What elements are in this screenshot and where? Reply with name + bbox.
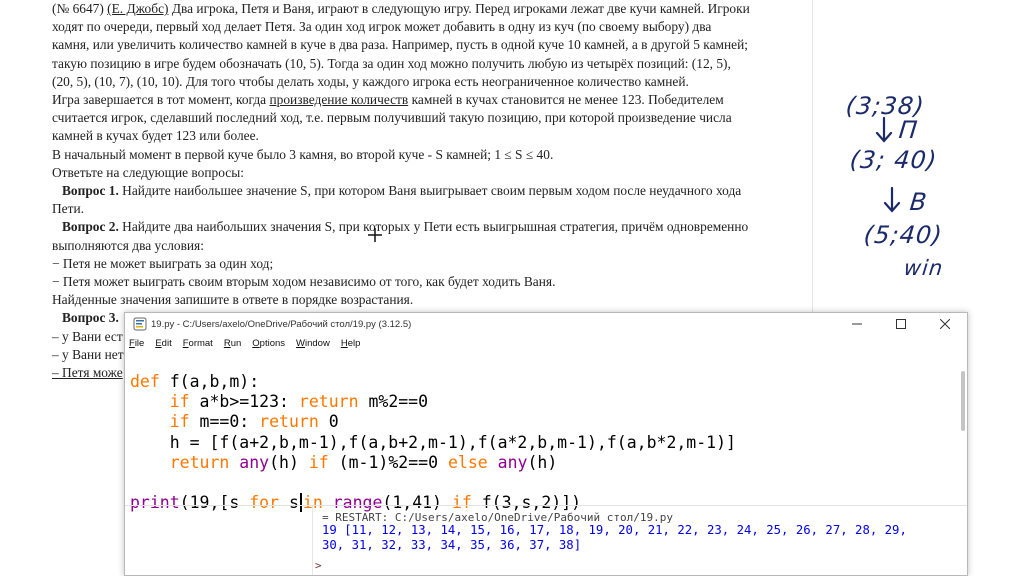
doc-line: камня, или увеличить количество камней в…	[52, 37, 748, 53]
menu-edit[interactable]: Edit	[155, 338, 171, 349]
shell-gutter	[312, 506, 313, 575]
minimize-button[interactable]	[835, 313, 879, 335]
question-2-label: Вопрос 2.	[62, 219, 119, 235]
python-app-icon	[133, 317, 147, 331]
close-button[interactable]	[923, 313, 967, 335]
question-2-text: Найдите два наибольших значения S, при к…	[118, 219, 749, 235]
arrow-down-icon	[883, 186, 901, 213]
page-edge	[812, 0, 813, 320]
underlined-phrase: произведение количеств	[269, 92, 409, 108]
shell-output-line-2: 30, 31, 32, 33, 34, 35, 36, 37, 38]	[322, 538, 582, 552]
code-line-3: if m==0: return 0	[169, 412, 339, 432]
shell-output-line-1: 19 [11, 12, 13, 14, 15, 16, 17, 18, 19, …	[322, 523, 907, 537]
question-3-label: Вопрос 3.	[62, 310, 119, 326]
question-2: Вопрос 2. Найдите два наибольших значени…	[52, 218, 802, 236]
task-intro: Два игрока, Петя и Ваня, играют в следую…	[168, 1, 750, 16]
task-number: (№ 6647)	[52, 1, 108, 16]
doc-line: такую позицию в игре будем обозначать (1…	[52, 55, 731, 71]
question-2-note: Найденные значения запишите в ответе в п…	[52, 292, 414, 308]
question-1-text: Найдите наибольшее значение S, при котор…	[118, 183, 742, 199]
code-editor[interactable]: def f(a,b,m): if a*b>=123: return m%2==0…	[125, 352, 967, 513]
arrow-down-icon	[875, 116, 893, 143]
shell-output-panel[interactable]: = RESTART: C:/Users/axelo/OneDrive/Рабоч…	[125, 505, 967, 575]
doc-line: (20, 5), (10, 7), (10, 10). Для того что…	[52, 73, 689, 89]
question-2-text-cont: выполняются два условия:	[52, 237, 204, 253]
doc-line: (№ 6647) (Е. Джобс) Два игрока, Петя и В…	[52, 0, 802, 18]
code-line-2: if a*b>=123: return m%2==0	[169, 392, 429, 412]
idle-editor-window[interactable]: 19.py - C:/Users/axelo/OneDrive/Рабочий …	[124, 312, 968, 576]
doc-line: ходят по очереди, первый ход делает Петя…	[52, 19, 712, 35]
question-1-label: Вопрос 1.	[62, 183, 119, 199]
question-1: Вопрос 1. Найдите наибольшее значение S,…	[52, 182, 802, 200]
handwritten-position-2: (3; 40)	[848, 146, 939, 174]
shell-prompt: >	[315, 559, 322, 572]
code-line-1: def f(a,b,m):	[130, 372, 260, 391]
handwritten-result: win	[902, 256, 945, 280]
doc-line: В начальный момент в первой куче было 3 …	[52, 146, 554, 162]
maximize-button[interactable]	[879, 313, 923, 335]
handwritten-mover-1: П	[897, 116, 920, 144]
code-line-5: return any(h) if (m-1)%2==0 else any(h)	[169, 452, 558, 472]
code-line-4: h = [f(a+2,b,m-1),f(a,b+2,m-1),f(a*2,b,m…	[169, 432, 736, 452]
shell-output: 19 [11, 12, 13, 14, 15, 16, 17, 18, 19, …	[322, 523, 907, 553]
close-icon	[940, 319, 950, 329]
minimize-icon	[852, 323, 862, 325]
doc-line: Ответьте на следующие вопросы:	[52, 164, 244, 180]
doc-line: считается игрок, сделавший последний ход…	[52, 110, 732, 126]
question-1-text-cont: Пети.	[52, 201, 84, 217]
doc-line: Игра завершается в тот момент, когда про…	[52, 92, 724, 108]
maximize-icon	[896, 319, 906, 329]
menu-window[interactable]: Window	[296, 338, 330, 349]
handwritten-mover-2: В	[908, 188, 929, 216]
menu-file[interactable]: File	[129, 338, 144, 349]
question-2-condition-2: − Петя может выиграть своим вторым ходом…	[52, 274, 556, 290]
handwritten-position-3: (5;40)	[862, 221, 945, 249]
task-author: (Е. Джобс)	[107, 1, 169, 16]
vertical-scrollbar[interactable]	[961, 371, 965, 431]
crosshair-cursor-icon	[368, 228, 382, 242]
question-2-condition-1: − Петя не может выиграть за один ход;	[52, 255, 274, 271]
menu-help[interactable]: Help	[341, 338, 361, 349]
menu-run[interactable]: Run	[224, 338, 241, 349]
window-titlebar[interactable]: 19.py - C:/Users/axelo/OneDrive/Рабочий …	[125, 313, 967, 335]
doc-line: камней в кучах будет 123 или более.	[52, 128, 259, 144]
window-title: 19.py - C:/Users/axelo/OneDrive/Рабочий …	[151, 318, 412, 330]
menu-format[interactable]: Format	[183, 338, 213, 349]
menu-bar: File Edit Format Run Options Window Help	[125, 335, 967, 352]
menu-options[interactable]: Options	[252, 338, 285, 349]
